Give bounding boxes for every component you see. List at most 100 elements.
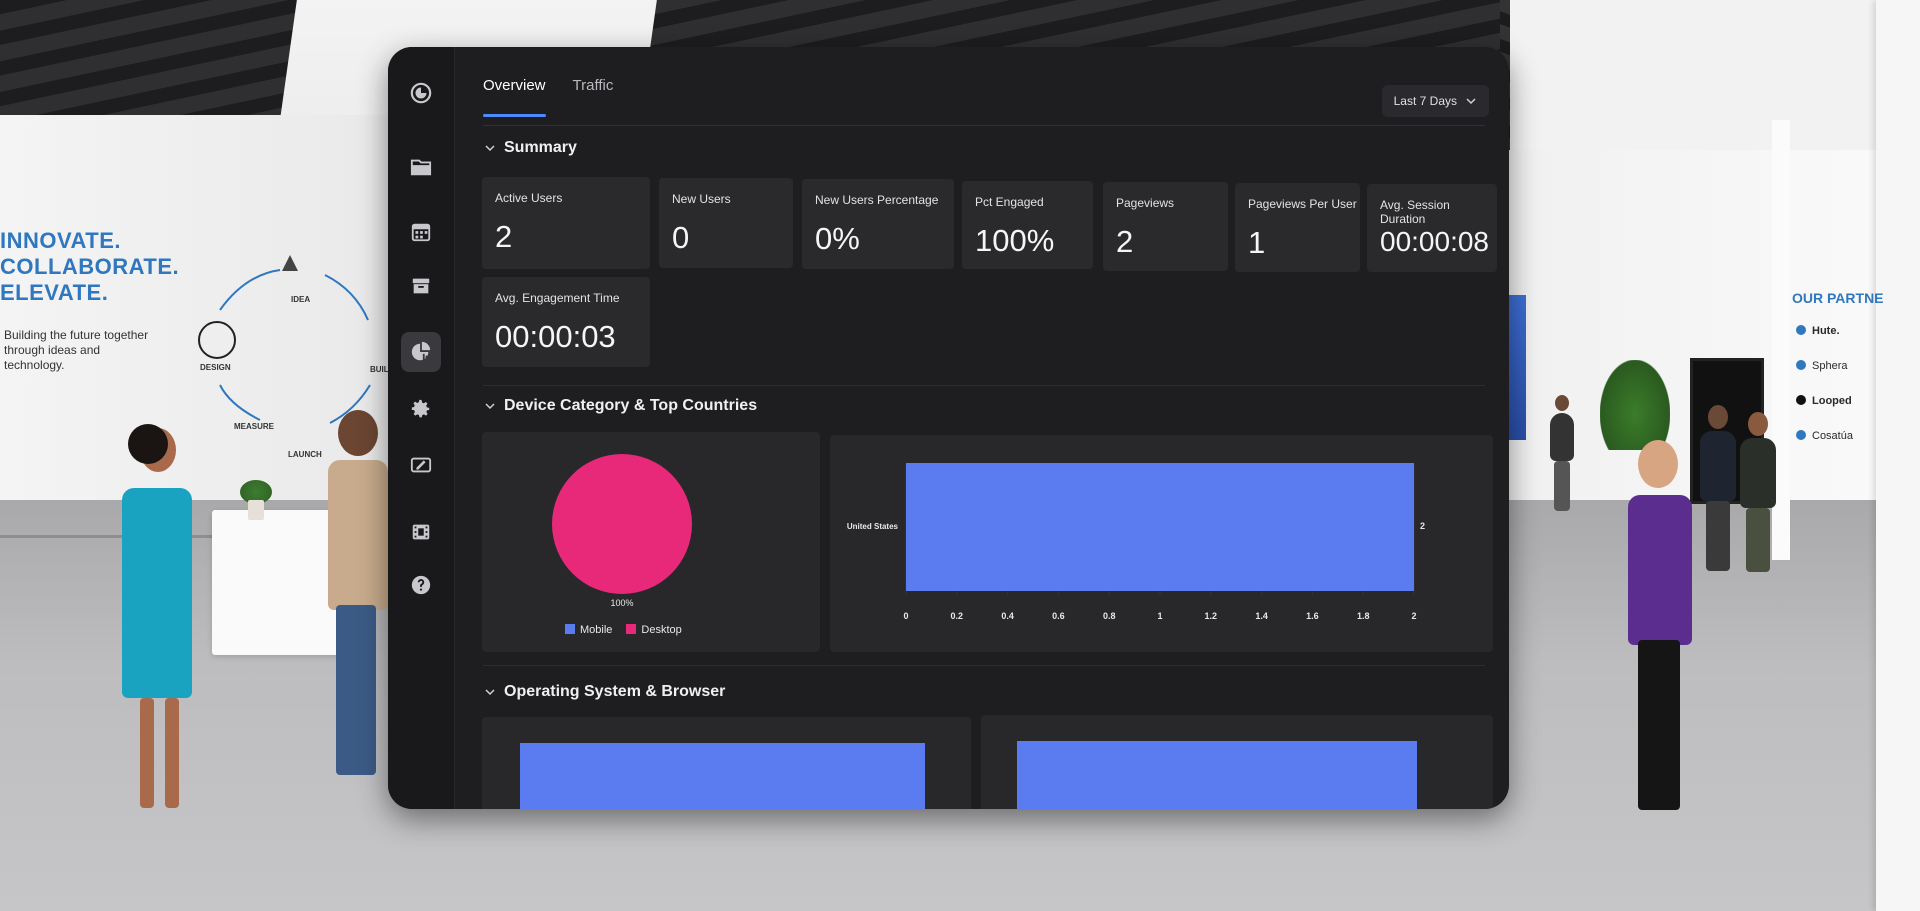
metric-card: Pageviews 2 [1103,182,1228,271]
metric-label: Pct Engaged [975,195,1044,209]
pillar [1876,0,1920,911]
tab-overview[interactable]: Overview [483,47,546,123]
metric-card: Pageviews Per User 1 [1235,183,1360,272]
device-pie-card: 100% Mobile Desktop [482,432,820,652]
browser-bar [1017,741,1417,809]
main-content: Overview Traffic Last 7 Days Summary Act… [454,47,1509,809]
section-divider [483,665,1485,666]
x-tick-label: 1.2 [1205,611,1218,621]
rail-settings-button[interactable] [401,389,441,429]
chevron-down-icon [485,689,495,696]
side-rail [388,47,455,809]
metric-label: New Users [672,192,731,206]
partner-item: Looped [1796,395,1852,407]
x-tick-label: 0.8 [1103,611,1116,621]
plant-pot [248,500,264,520]
metric-value: 0% [815,221,860,256]
metric-value: 00:00:08 [1380,226,1489,257]
chevron-down-icon [485,403,495,410]
x-tick-label: 1.4 [1255,611,1268,621]
folder-icon [410,159,432,176]
legend-item-mobile: Mobile [565,624,612,636]
tab-traffic[interactable]: Traffic [573,47,614,123]
section-title: Summary [504,139,577,156]
legend-swatch [626,624,637,634]
partner-name: Looped [1812,395,1852,407]
rail-calendar-button[interactable] [401,212,441,252]
right-wall-upper [1510,0,1890,150]
cycle-label-launch: LAUNCH [288,450,322,459]
wall-heading-line: COLLABORATE. [0,254,180,279]
tab-bar: Overview Traffic [483,47,613,123]
summary-section-toggle[interactable]: Summary [484,139,577,157]
avatar-background-person [1698,405,1738,580]
legend-label: Mobile [580,624,613,636]
partner-item: Hute. [1796,325,1840,337]
partner-name: Hute. [1812,325,1840,337]
legend-item-desktop: Desktop [626,624,682,636]
edit-card-icon [410,457,432,473]
device-pie-chart: 100% [552,454,692,608]
partner-name: Cosatúa [1812,430,1853,442]
rail-archive-button[interactable] [401,266,441,306]
x-tick-label: 0.6 [1052,611,1065,621]
rail-analytics-button[interactable] [401,332,441,372]
cycle-label-measure: MEASURE [234,422,275,431]
wall-subtitle: Building the future together through ide… [4,328,149,372]
analytics-pie-icon [411,341,431,361]
metric-card: Pct Engaged 100% [962,181,1093,269]
x-tick-label: 0 [903,611,908,621]
metric-value: 0 [672,220,690,255]
potted-plant [1600,360,1670,450]
avatar-man-beige-hoodie [318,410,388,790]
app-logo-button[interactable] [401,73,441,113]
os-bar [520,743,925,809]
device-section-toggle[interactable]: Device Category & Top Countries [484,397,757,415]
partner-item: Sphera [1796,360,1847,372]
calendar-grid-icon [411,223,431,242]
film-icon [412,524,430,540]
wall-display [1508,295,1526,440]
rail-edit-button[interactable] [401,445,441,485]
metric-value: 2 [495,219,513,254]
metric-label: Avg. Engagement Time [495,291,620,305]
pie-slice-label: 100% [610,598,633,608]
browser-chart-card [981,715,1493,809]
pie-legend: Mobile Desktop [565,624,682,636]
tabs-divider [483,125,1485,126]
os-section-toggle[interactable]: Operating System & Browser [484,683,725,701]
metric-label: Pageviews [1116,196,1175,210]
metric-card: Avg. Engagement Time 00:00:03 [482,277,650,367]
x-tick-label: 0.4 [1001,611,1014,621]
section-title: Device Category & Top Countries [504,397,758,414]
metric-card: New Users 0 [659,178,793,268]
value-label: 2 [1420,521,1425,531]
metric-label: New Users Percentage [815,193,939,207]
gear-icon [411,399,430,418]
legend-swatch [565,624,575,634]
chevron-down-icon [485,145,495,152]
rail-media-button[interactable] [401,512,441,552]
x-tick-label: 2 [1411,611,1416,621]
x-tick-label: 1 [1157,611,1162,621]
rail-help-button[interactable] [401,565,441,605]
analytics-panel: Overview Traffic Last 7 Days Summary Act… [388,47,1509,809]
metric-label: Active Users [495,191,563,205]
bar-united-states [906,463,1414,591]
metric-label: Avg. Session Duration [1380,198,1450,226]
metric-value: 00:00:03 [495,319,616,354]
rail-folder-button[interactable] [401,147,441,187]
metric-card: Active Users 2 [482,177,650,269]
date-range-value: Last 7 Days [1393,94,1457,108]
wall-heading-line: INNOVATE. [0,228,122,253]
avatar-background-person [1738,412,1778,582]
metric-value: 100% [975,223,1055,258]
countries-bar-card: United States 2 0 0.2 0.4 0.6 0.8 1 1.2 1.4 1.6 1.8… [830,435,1493,652]
date-range-select[interactable]: Last 7 Days [1381,85,1489,117]
category-label: United States [847,522,899,531]
avatar-woman-purple-hoodie [1620,440,1700,840]
os-chart-card [482,717,971,809]
x-tick-label: 0.2 [951,611,964,621]
wall-heading-line: ELEVATE. [0,280,109,305]
metric-card: Avg. Session Duration 00:00:08 [1367,184,1497,272]
